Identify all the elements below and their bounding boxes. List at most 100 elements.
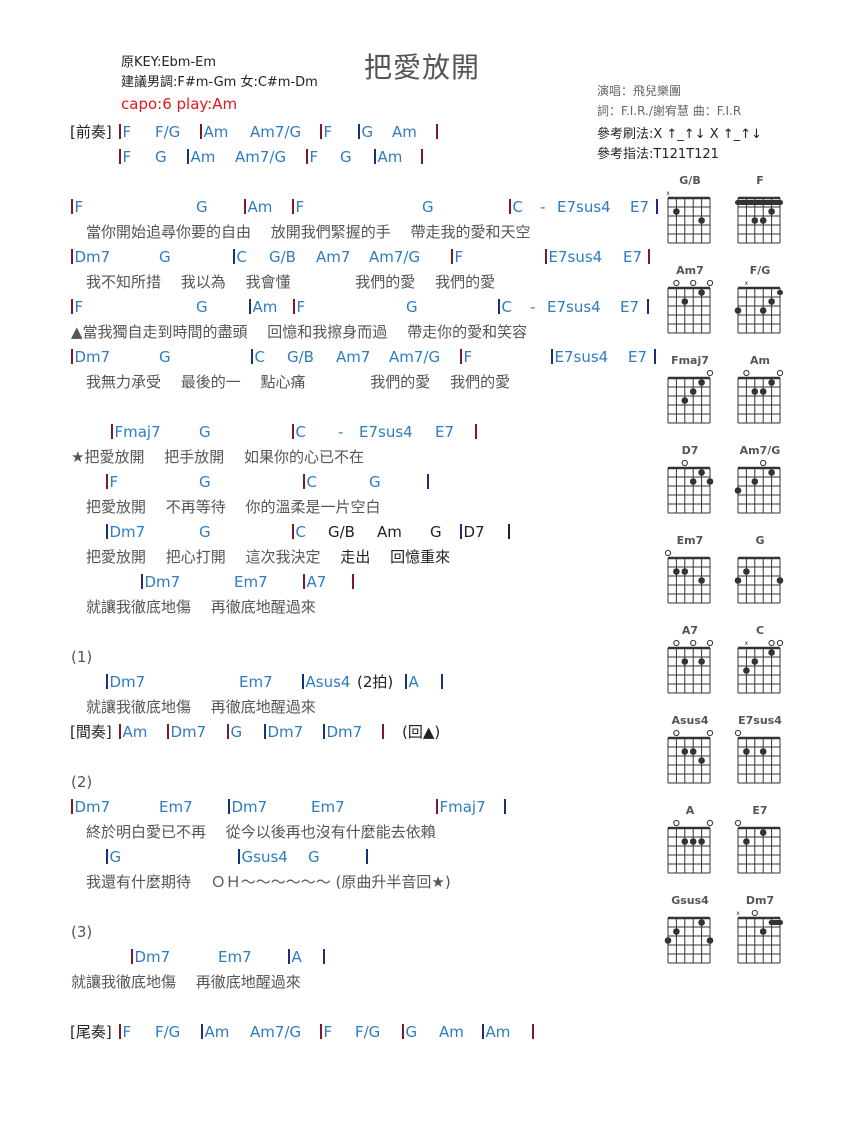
chord-name: F bbox=[122, 1023, 132, 1041]
finger-dot-icon bbox=[743, 748, 750, 755]
barre-icon bbox=[768, 920, 783, 925]
finger-dot-icon bbox=[698, 838, 705, 845]
bar-line-icon bbox=[131, 949, 133, 964]
chord-token: Am bbox=[374, 148, 402, 166]
chord-name: G bbox=[196, 298, 208, 316]
chord-token: G bbox=[199, 523, 211, 541]
fretboard-grid bbox=[664, 549, 711, 604]
chord-diagram: Gsus4 bbox=[662, 894, 718, 974]
open-string-icon bbox=[706, 639, 714, 647]
chord-token: Dm7 bbox=[264, 723, 303, 741]
chord-name: Am bbox=[203, 123, 229, 141]
chord-token: Em7 bbox=[218, 948, 252, 966]
bar-line-icon bbox=[167, 724, 169, 739]
bar-line bbox=[532, 1023, 536, 1041]
lyric-text: 我不知所措 我以為 我會懂 我們的愛 我們的愛 bbox=[86, 273, 496, 291]
bar-line-icon bbox=[421, 149, 423, 164]
chord-name: Dm7 bbox=[267, 723, 304, 741]
section-label: [前奏] bbox=[70, 123, 112, 141]
chord-name: G bbox=[199, 523, 211, 541]
finger-dot-icon bbox=[681, 658, 689, 665]
bar-line bbox=[421, 148, 425, 166]
chord-token: Gsus4 bbox=[238, 848, 288, 866]
chord-name: F/G bbox=[355, 1023, 381, 1041]
chord-diagram: Cx bbox=[732, 624, 788, 704]
bar-line-icon bbox=[119, 1024, 121, 1039]
chord-token: G bbox=[358, 123, 373, 141]
chord-token: Dm7 bbox=[71, 798, 110, 816]
bar-line-icon bbox=[647, 299, 649, 314]
lyric-segment: 把愛放開 把心打開 這次我決定 bbox=[86, 548, 341, 566]
bar-line-icon bbox=[293, 299, 295, 314]
finger-dot-icon bbox=[759, 388, 767, 395]
bar-line-icon bbox=[460, 349, 462, 364]
fretboard-grid: x bbox=[734, 280, 783, 334]
finger-dot-icon bbox=[743, 568, 750, 575]
chord-name: F bbox=[296, 298, 306, 316]
fretboard-grid bbox=[667, 729, 714, 784]
finger-dot-icon bbox=[743, 667, 750, 674]
chord-name: Am bbox=[204, 1023, 230, 1041]
chord-token: G bbox=[159, 348, 171, 366]
chord-name: G bbox=[405, 1023, 418, 1041]
open-string-icon bbox=[690, 639, 697, 647]
fretboard-grid bbox=[664, 916, 714, 964]
chord-name: Dm7 bbox=[109, 673, 146, 691]
chord-token: F/G bbox=[355, 1023, 380, 1041]
chord-diagram: F bbox=[732, 174, 788, 254]
finger-dot-icon bbox=[751, 388, 759, 395]
chord-token: F bbox=[119, 148, 131, 166]
chord-token: G bbox=[199, 473, 211, 491]
chord-token: F bbox=[460, 348, 472, 366]
chord-token: F bbox=[106, 473, 118, 491]
chord-token: G bbox=[199, 423, 211, 441]
chord-diagram: Am7/G bbox=[732, 444, 788, 524]
chord-token: Dm7 bbox=[71, 348, 110, 366]
chord-name: Dm7 bbox=[134, 948, 171, 966]
bar-line-icon bbox=[71, 249, 73, 264]
chord-name: Gsus4 bbox=[241, 848, 288, 866]
chord-token: F bbox=[306, 148, 318, 166]
chord-name: E7sus4 bbox=[548, 248, 603, 266]
chord-name: F bbox=[323, 123, 333, 141]
bar-line bbox=[427, 473, 431, 491]
finger-dot-icon bbox=[734, 307, 742, 314]
finger-dot-icon bbox=[759, 928, 767, 935]
finger-dot-icon bbox=[768, 649, 775, 656]
chord-token: G bbox=[155, 148, 167, 166]
chord-name: F bbox=[109, 473, 119, 491]
finger-dot-icon bbox=[743, 838, 750, 845]
bar-line-icon bbox=[358, 124, 360, 139]
chord-diagram: Asus4 bbox=[662, 714, 718, 794]
finger-dot-icon bbox=[706, 478, 714, 485]
open-string-icon bbox=[690, 279, 697, 287]
bar-line-icon bbox=[227, 724, 229, 739]
bar-line bbox=[352, 573, 356, 591]
chord-name: Dm7 bbox=[170, 723, 207, 741]
chord-name: G bbox=[109, 848, 122, 866]
lyric-text: 我還有什麼期待 ＯＨ～～～～～～ (原曲升半音回★) bbox=[86, 873, 451, 891]
chord-token: F bbox=[71, 298, 83, 316]
finger-dot-icon bbox=[681, 748, 689, 755]
bar-line-icon bbox=[292, 199, 294, 214]
open-string-icon bbox=[673, 819, 680, 827]
section-number: (3) bbox=[71, 923, 93, 941]
lyric-text: 就讓我徹底地傷 再徹底地醒過來 bbox=[71, 973, 301, 991]
chord-diagram: D7 bbox=[662, 444, 718, 524]
lyric-text: 把愛放開 不再等待 你的溫柔是一片空白 bbox=[86, 498, 381, 516]
chord-token: G bbox=[308, 848, 320, 866]
chord-token: G/B bbox=[287, 348, 314, 366]
bar-line-icon bbox=[320, 124, 322, 139]
fretboard-grid: x bbox=[736, 909, 783, 964]
chord-diagram: E7 bbox=[732, 804, 788, 884]
chord-name: D7 bbox=[463, 523, 485, 541]
chord-token: Fmaj7 bbox=[436, 798, 486, 816]
chord-token: Am bbox=[392, 123, 417, 141]
bar-line-icon bbox=[436, 799, 438, 814]
fretboard-grid bbox=[735, 196, 783, 244]
chord-token: C bbox=[509, 198, 523, 216]
chord-token: F bbox=[71, 198, 83, 216]
bar-line-icon bbox=[119, 149, 121, 164]
chord-token: G bbox=[422, 198, 434, 216]
chord-name: Dm7 bbox=[144, 573, 181, 591]
